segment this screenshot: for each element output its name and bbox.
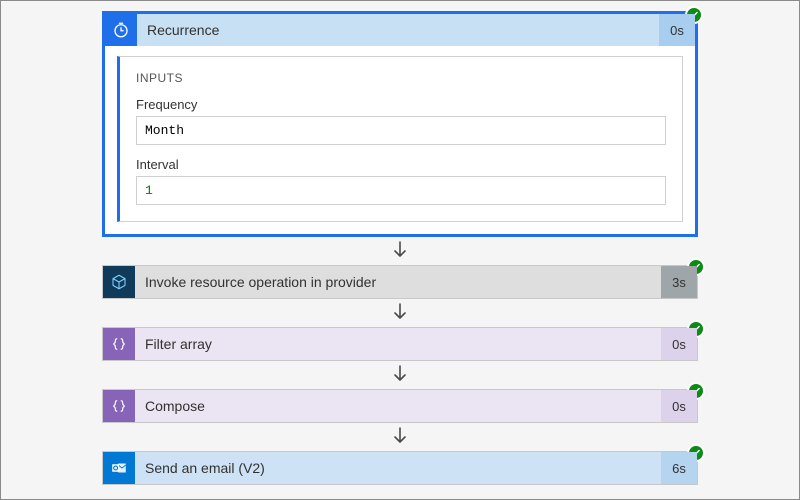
step-header[interactable]: Filter array 0s — [103, 328, 697, 360]
step-filter-array[interactable]: Filter array 0s — [102, 327, 698, 361]
flow-arrow — [390, 301, 410, 325]
step-duration: 0s — [659, 14, 695, 46]
step-duration: 3s — [661, 266, 697, 298]
step-header[interactable]: Compose 0s — [103, 390, 697, 422]
flow-arrow — [390, 425, 410, 449]
step-header[interactable]: Send an email (V2) 6s — [103, 452, 697, 484]
inputs-heading: INPUTS — [136, 71, 666, 85]
step-compose[interactable]: Compose 0s — [102, 389, 698, 423]
step-title: Invoke resource operation in provider — [135, 274, 661, 290]
field-value-frequency[interactable]: Month — [136, 116, 666, 145]
braces-icon — [103, 390, 135, 422]
cube-icon — [103, 266, 135, 298]
step-duration: 0s — [661, 328, 697, 360]
flow-arrow — [390, 363, 410, 387]
step-title: Compose — [135, 398, 661, 414]
step-recurrence[interactable]: Recurrence 0s INPUTS Frequency Month Int… — [102, 11, 698, 237]
flow-arrow — [390, 239, 410, 263]
step-invoke-resource[interactable]: Invoke resource operation in provider 3s — [102, 265, 698, 299]
field-value-interval[interactable]: 1 — [136, 176, 666, 205]
outlook-icon — [103, 452, 135, 484]
step-title: Send an email (V2) — [135, 460, 661, 476]
step-duration: 0s — [661, 390, 697, 422]
clock-icon — [105, 14, 137, 46]
step-title: Recurrence — [137, 22, 659, 38]
step-header[interactable]: Invoke resource operation in provider 3s — [103, 266, 697, 298]
step-duration: 6s — [661, 452, 697, 484]
field-label-interval: Interval — [136, 157, 666, 172]
step-body: INPUTS Frequency Month Interval 1 — [105, 46, 695, 234]
step-header[interactable]: Recurrence 0s — [105, 14, 695, 46]
braces-icon — [103, 328, 135, 360]
inputs-panel: INPUTS Frequency Month Interval 1 — [117, 56, 683, 222]
step-send-email[interactable]: Send an email (V2) 6s — [102, 451, 698, 485]
field-label-frequency: Frequency — [136, 97, 666, 112]
step-title: Filter array — [135, 336, 661, 352]
flow-canvas: Recurrence 0s INPUTS Frequency Month Int… — [1, 1, 799, 485]
